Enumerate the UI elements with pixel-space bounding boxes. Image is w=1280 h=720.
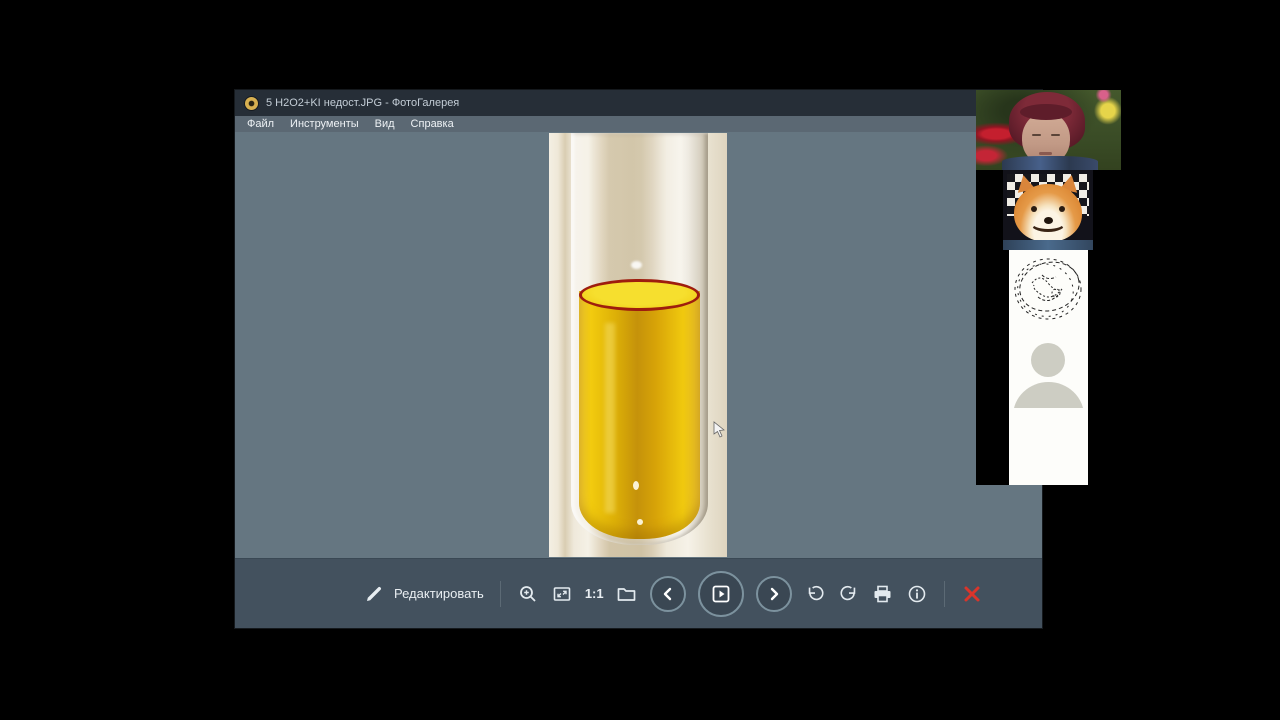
actual-size-button[interactable]: 1:1 xyxy=(585,586,604,601)
menu-view[interactable]: Вид xyxy=(375,116,395,132)
print-icon[interactable] xyxy=(872,583,894,605)
app-logo-icon xyxy=(245,96,258,110)
photo-gallery-window: 5 H2O2+KI недост.JPG - ФотоГалерея Файл … xyxy=(235,90,1042,628)
edit-pencil-icon xyxy=(363,583,385,605)
mouse-cursor xyxy=(713,421,725,438)
menu-help[interactable]: Справка xyxy=(411,116,454,132)
liquid-highlight xyxy=(605,323,615,513)
viewer-toolbar: Редактировать 1:1 xyxy=(235,558,1042,628)
blank-white-tile xyxy=(1009,408,1088,485)
dog-eye xyxy=(1059,206,1065,212)
info-icon[interactable] xyxy=(906,583,928,605)
bubble xyxy=(637,519,643,525)
open-folder-icon[interactable] xyxy=(616,583,638,605)
participant-avatar-silhouette[interactable] xyxy=(976,330,1121,408)
woman-hair-fringe xyxy=(1020,104,1072,120)
zoom-in-icon[interactable] xyxy=(517,583,539,605)
glass-glint xyxy=(631,261,642,269)
participant-blank[interactable] xyxy=(976,408,1121,485)
dog-background-strip xyxy=(1003,240,1093,250)
shiba-dog-avatar xyxy=(1003,170,1093,250)
window-titlebar: 5 H2O2+KI недост.JPG - ФотоГалерея xyxy=(235,90,1042,116)
slideshow-button[interactable] xyxy=(697,570,744,617)
fit-to-window-icon[interactable] xyxy=(551,583,573,605)
participant-avatar-dog[interactable] xyxy=(976,170,1121,250)
bubble xyxy=(633,481,639,490)
woman-mouth xyxy=(1039,152,1052,155)
woman-shirt xyxy=(1002,156,1098,170)
toolbar-divider xyxy=(943,580,945,607)
rotate-left-icon[interactable] xyxy=(804,583,826,605)
next-button[interactable] xyxy=(755,575,792,612)
dog-eye xyxy=(1031,206,1037,212)
photo-test-tube xyxy=(549,133,727,557)
dog-smile xyxy=(1030,214,1066,232)
silhouette-head xyxy=(1031,343,1065,377)
participants-sidebar xyxy=(976,90,1121,485)
woman-eye xyxy=(1032,134,1041,136)
dog-head xyxy=(1014,184,1082,242)
participant-video-webcam[interactable] xyxy=(976,90,1121,170)
red-meniscus-ring xyxy=(579,279,700,311)
scribble-sketch-avatar xyxy=(1009,250,1088,330)
edit-button[interactable]: Редактировать xyxy=(363,583,484,605)
participant-avatar-sketch[interactable] xyxy=(976,250,1121,330)
rotate-right-icon[interactable] xyxy=(838,583,860,605)
person-silhouette-avatar xyxy=(1009,330,1088,408)
image-viewer-area xyxy=(235,132,1042,558)
silhouette-shoulders xyxy=(1013,382,1084,408)
menu-bar: Файл Инструменты Вид Справка xyxy=(235,116,1042,132)
menu-file[interactable]: Файл xyxy=(247,116,274,132)
close-icon[interactable] xyxy=(961,583,983,605)
previous-button[interactable] xyxy=(649,575,686,612)
test-tube-glass xyxy=(571,133,708,545)
woman-eye xyxy=(1051,134,1060,136)
window-title: 5 H2O2+KI недост.JPG - ФотоГалерея xyxy=(266,97,460,109)
menu-tools[interactable]: Инструменты xyxy=(290,116,359,132)
yellow-liquid xyxy=(579,291,700,539)
edit-button-label: Редактировать xyxy=(394,586,484,601)
toolbar-divider xyxy=(499,580,501,607)
